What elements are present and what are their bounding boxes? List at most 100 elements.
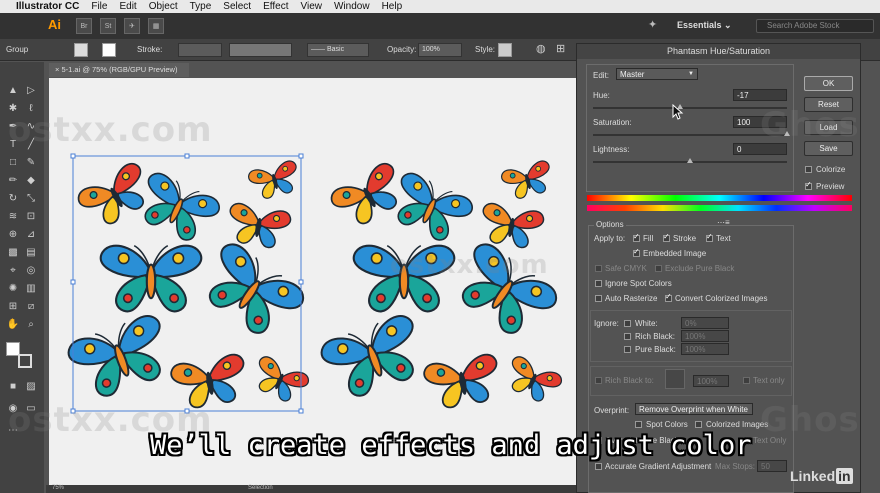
rich-black-to-field[interactable]: 100%	[693, 375, 729, 387]
lightness-slider-thumb[interactable]	[687, 158, 693, 163]
butterfly-group-left[interactable]	[64, 153, 312, 414]
pure-black-checkbox[interactable]	[624, 346, 631, 353]
rich-black-field[interactable]: 100%	[681, 330, 729, 342]
dialog-title[interactable]: Phantasm Hue/Saturation	[577, 44, 860, 59]
shape-builder-tool-icon[interactable]: ⊕	[6, 228, 20, 242]
rotate-tool-icon[interactable]: ↻	[6, 192, 20, 206]
document-tab-title: 5-1.ai @ 75% (RGB/GPU Preview)	[61, 65, 178, 74]
menu-view[interactable]: View	[300, 1, 322, 12]
fill-label: Fill	[643, 234, 654, 243]
pure-black-field[interactable]: 100%	[681, 343, 729, 355]
lightness-label: Lightness:	[593, 145, 630, 154]
opacity-field[interactable]: 100%	[418, 43, 462, 57]
selection-tool-icon[interactable]: ▲	[6, 84, 20, 98]
zoom-level[interactable]: 75%	[52, 485, 64, 491]
safe-cmyk-checkbox[interactable]	[595, 265, 602, 272]
blend-tool-icon[interactable]: ◎	[24, 264, 38, 278]
spot-colors-checkbox[interactable]	[635, 421, 642, 428]
brush-definition[interactable]: —— Basic	[307, 43, 369, 57]
bridge-button[interactable]: Br	[76, 18, 92, 34]
convert-colorized-checkbox[interactable]	[665, 292, 672, 302]
app-menu[interactable]: Illustrator CC	[16, 1, 79, 12]
zoom-tool-icon[interactable]: ⌕	[24, 318, 38, 332]
stroke-swatch[interactable]	[102, 43, 116, 57]
slice-tool-icon[interactable]: ⧄	[24, 300, 38, 314]
white-checkbox[interactable]	[624, 320, 631, 327]
text-only-checkbox[interactable]	[743, 377, 750, 384]
exclude-pure-black-label: Exclude Pure Black	[665, 264, 735, 273]
menu-help[interactable]: Help	[382, 1, 403, 12]
menubar: Illustrator CC File Edit Object Type Sel…	[0, 0, 880, 13]
rich-black-to-checkbox[interactable]	[595, 377, 602, 384]
options-title: Options	[594, 220, 626, 229]
ignore-spot-colors-checkbox[interactable]	[595, 280, 602, 287]
edit-dropdown[interactable]: Master ▼	[616, 68, 698, 80]
pencil-tool-icon[interactable]: ✏	[6, 174, 20, 188]
rich-black-label: Rich Black:	[635, 332, 676, 341]
menu-object[interactable]: Object	[149, 1, 178, 12]
column-graph-tool-icon[interactable]: ▥	[24, 282, 38, 296]
menu-window[interactable]: Window	[334, 1, 370, 12]
direct-selection-tool-icon[interactable]: ▷	[24, 84, 38, 98]
fill-swatch[interactable]	[74, 43, 88, 57]
width-tool-icon[interactable]: ≋	[6, 210, 20, 224]
source-spectrum-bar	[587, 195, 852, 201]
stroke-weight-field[interactable]	[178, 43, 222, 57]
hue-field[interactable]: -17	[733, 89, 787, 101]
menu-select[interactable]: Select	[223, 1, 251, 12]
accurate-gradient-checkbox[interactable]	[595, 463, 602, 470]
gpu-icon[interactable]: ✈	[124, 18, 140, 34]
hue-slider[interactable]	[593, 107, 787, 109]
stroke-color-icon[interactable]	[18, 354, 32, 368]
artboard-tool-icon[interactable]: ⊞	[6, 300, 20, 314]
hand-tool-icon[interactable]: ✋	[6, 318, 20, 332]
gradient-tool-icon[interactable]: ▤	[24, 246, 38, 260]
eyedropper-tool-icon[interactable]: ⌖	[6, 264, 20, 278]
text-checkbox[interactable]	[706, 232, 713, 242]
gradient-mode-icon[interactable]: ▨	[24, 380, 38, 394]
embedded-image-checkbox[interactable]	[633, 247, 640, 257]
paintbrush-tool-icon[interactable]: ✎	[24, 156, 38, 170]
colorized-images-checkbox[interactable]	[695, 421, 702, 428]
edit-dropdown-value: Master	[620, 70, 645, 79]
scale-tool-icon[interactable]: ⤡	[24, 192, 38, 206]
graphic-style-swatch[interactable]	[498, 43, 512, 57]
rich-black-checkbox[interactable]	[624, 333, 631, 340]
arrange-documents-icon[interactable]: ▦	[148, 18, 164, 34]
overprint-dropdown[interactable]: Remove Overprint when White	[635, 403, 753, 415]
menu-type[interactable]: Type	[190, 1, 212, 12]
workspace-switcher[interactable]: Essentials ⌄	[677, 20, 732, 31]
color-mode-icon[interactable]: ■	[6, 380, 20, 394]
menu-file[interactable]: File	[91, 1, 107, 12]
menu-effect[interactable]: Effect	[263, 1, 288, 12]
eraser-tool-icon[interactable]: ◆	[24, 174, 38, 188]
mesh-tool-icon[interactable]: ▩	[6, 246, 20, 260]
status-bar: 75% Selection	[46, 485, 586, 493]
saturation-slider[interactable]	[593, 134, 787, 136]
auto-rasterize-checkbox[interactable]	[595, 295, 602, 302]
preview-checkbox[interactable]	[805, 180, 812, 190]
white-field[interactable]: 0%	[681, 317, 729, 329]
variable-width-profile[interactable]	[229, 43, 292, 57]
butterfly-group-right[interactable]	[317, 158, 565, 412]
menu-edit[interactable]: Edit	[119, 1, 136, 12]
options-menu-icon[interactable]: ⋯≡	[717, 218, 730, 227]
perspective-grid-tool-icon[interactable]: ⊿	[24, 228, 38, 242]
stroke-checkbox[interactable]	[663, 232, 670, 242]
opacity-label: Opacity:	[387, 45, 417, 54]
stock-button[interactable]: St	[100, 18, 116, 34]
rectangle-tool-icon[interactable]: □	[6, 156, 20, 170]
fill-checkbox[interactable]	[633, 232, 640, 242]
exclude-pure-black-checkbox[interactable]	[655, 265, 662, 272]
rich-black-swatch[interactable]	[665, 369, 685, 389]
symbol-sprayer-tool-icon[interactable]: ✺	[6, 282, 20, 296]
document-tab[interactable]: × 5-1.ai @ 75% (RGB/GPU Preview)	[49, 63, 189, 77]
align-icon[interactable]: ⊞	[556, 42, 565, 55]
adobe-stock-search[interactable]: Search Adobe Stock	[756, 19, 874, 33]
max-stops-field[interactable]: 50	[757, 460, 787, 472]
free-transform-tool-icon[interactable]: ⊡	[24, 210, 38, 224]
recolor-artwork-icon[interactable]: ◍	[536, 42, 546, 55]
lightbulb-icon[interactable]: ✦	[648, 18, 657, 31]
colorize-checkbox[interactable]	[805, 166, 812, 173]
ok-button[interactable]: OK	[804, 76, 853, 91]
